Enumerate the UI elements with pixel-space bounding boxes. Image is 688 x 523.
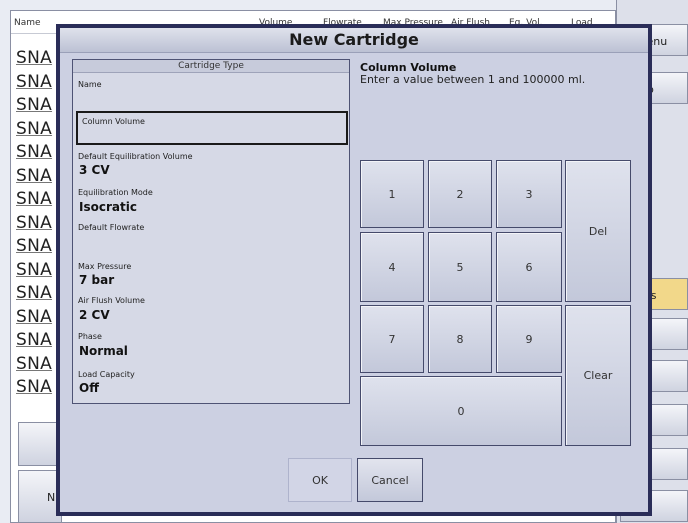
table-row[interactable]: SNA: [16, 213, 52, 233]
air-flush-volume-value[interactable]: 2 CV: [79, 308, 110, 322]
key-del[interactable]: Del: [565, 160, 631, 302]
table-row[interactable]: SNA: [16, 166, 52, 186]
equilibration-mode-label: Equilibration Mode: [78, 188, 153, 197]
column-header-name[interactable]: Name: [14, 18, 41, 28]
dialog-titlebar: New Cartridge: [60, 28, 648, 53]
load-capacity-label: Load Capacity: [78, 370, 135, 379]
dialog-body: Cartridge Type Name Column Volume Defaul…: [60, 53, 648, 512]
default-flowrate-value[interactable]: [79, 234, 279, 248]
table-row[interactable]: SNA: [16, 95, 52, 115]
max-pressure-value[interactable]: 7 bar: [79, 273, 114, 287]
key-clear[interactable]: Clear: [565, 305, 631, 446]
table-row[interactable]: SNA: [16, 142, 52, 162]
key-7[interactable]: 7: [360, 305, 424, 373]
table-row[interactable]: SNA: [16, 236, 52, 256]
phase-label: Phase: [78, 332, 102, 341]
key-9[interactable]: 9: [496, 305, 562, 373]
column-volume-label: Column Volume: [82, 117, 145, 126]
equilibration-mode-value[interactable]: Isocratic: [79, 200, 137, 214]
key-4[interactable]: 4: [360, 232, 424, 302]
load-capacity-value[interactable]: Off: [79, 381, 99, 395]
table-row[interactable]: SNA: [16, 354, 52, 374]
dialog-title: New Cartridge: [289, 30, 419, 49]
key-0[interactable]: 0: [360, 376, 562, 446]
table-row[interactable]: SNA: [16, 307, 52, 327]
max-pressure-label: Max Pressure: [78, 262, 132, 271]
air-flush-volume-label: Air Flush Volume: [78, 296, 145, 305]
table-row[interactable]: SNA: [16, 189, 52, 209]
cartridge-type-panel: Cartridge Type Name Column Volume Defaul…: [72, 59, 350, 404]
key-1[interactable]: 1: [360, 160, 424, 228]
column-volume-field[interactable]: Column Volume: [76, 111, 348, 145]
input-hint-text: Enter a value between 1 and 100000 ml.: [360, 73, 586, 86]
key-8[interactable]: 8: [428, 305, 492, 373]
cancel-button[interactable]: Cancel: [357, 458, 423, 502]
ok-button[interactable]: OK: [288, 458, 352, 502]
key-2[interactable]: 2: [428, 160, 492, 228]
phase-value[interactable]: Normal: [79, 344, 128, 358]
default-equilibration-volume-value[interactable]: 3 CV: [79, 163, 110, 177]
new-cartridge-dialog: New Cartridge Cartridge Type Name Column…: [56, 24, 652, 516]
table-row[interactable]: SNA: [16, 119, 52, 139]
dialog-frame: New Cartridge Cartridge Type Name Column…: [60, 28, 648, 512]
table-row[interactable]: SNA: [16, 48, 52, 68]
default-equilibration-volume-label: Default Equilibration Volume: [78, 152, 193, 161]
name-label: Name: [78, 80, 102, 89]
name-field[interactable]: Name: [73, 74, 349, 104]
table-row[interactable]: SNA: [16, 330, 52, 350]
table-row[interactable]: SNA: [16, 72, 52, 92]
table-row[interactable]: SNA: [16, 377, 52, 397]
table-row[interactable]: SNA: [16, 260, 52, 280]
key-5[interactable]: 5: [428, 232, 492, 302]
panel-title: Cartridge Type: [73, 60, 349, 73]
key-3[interactable]: 3: [496, 160, 562, 228]
key-6[interactable]: 6: [496, 232, 562, 302]
default-flowrate-label: Default Flowrate: [78, 223, 145, 232]
table-row[interactable]: SNA: [16, 283, 52, 303]
